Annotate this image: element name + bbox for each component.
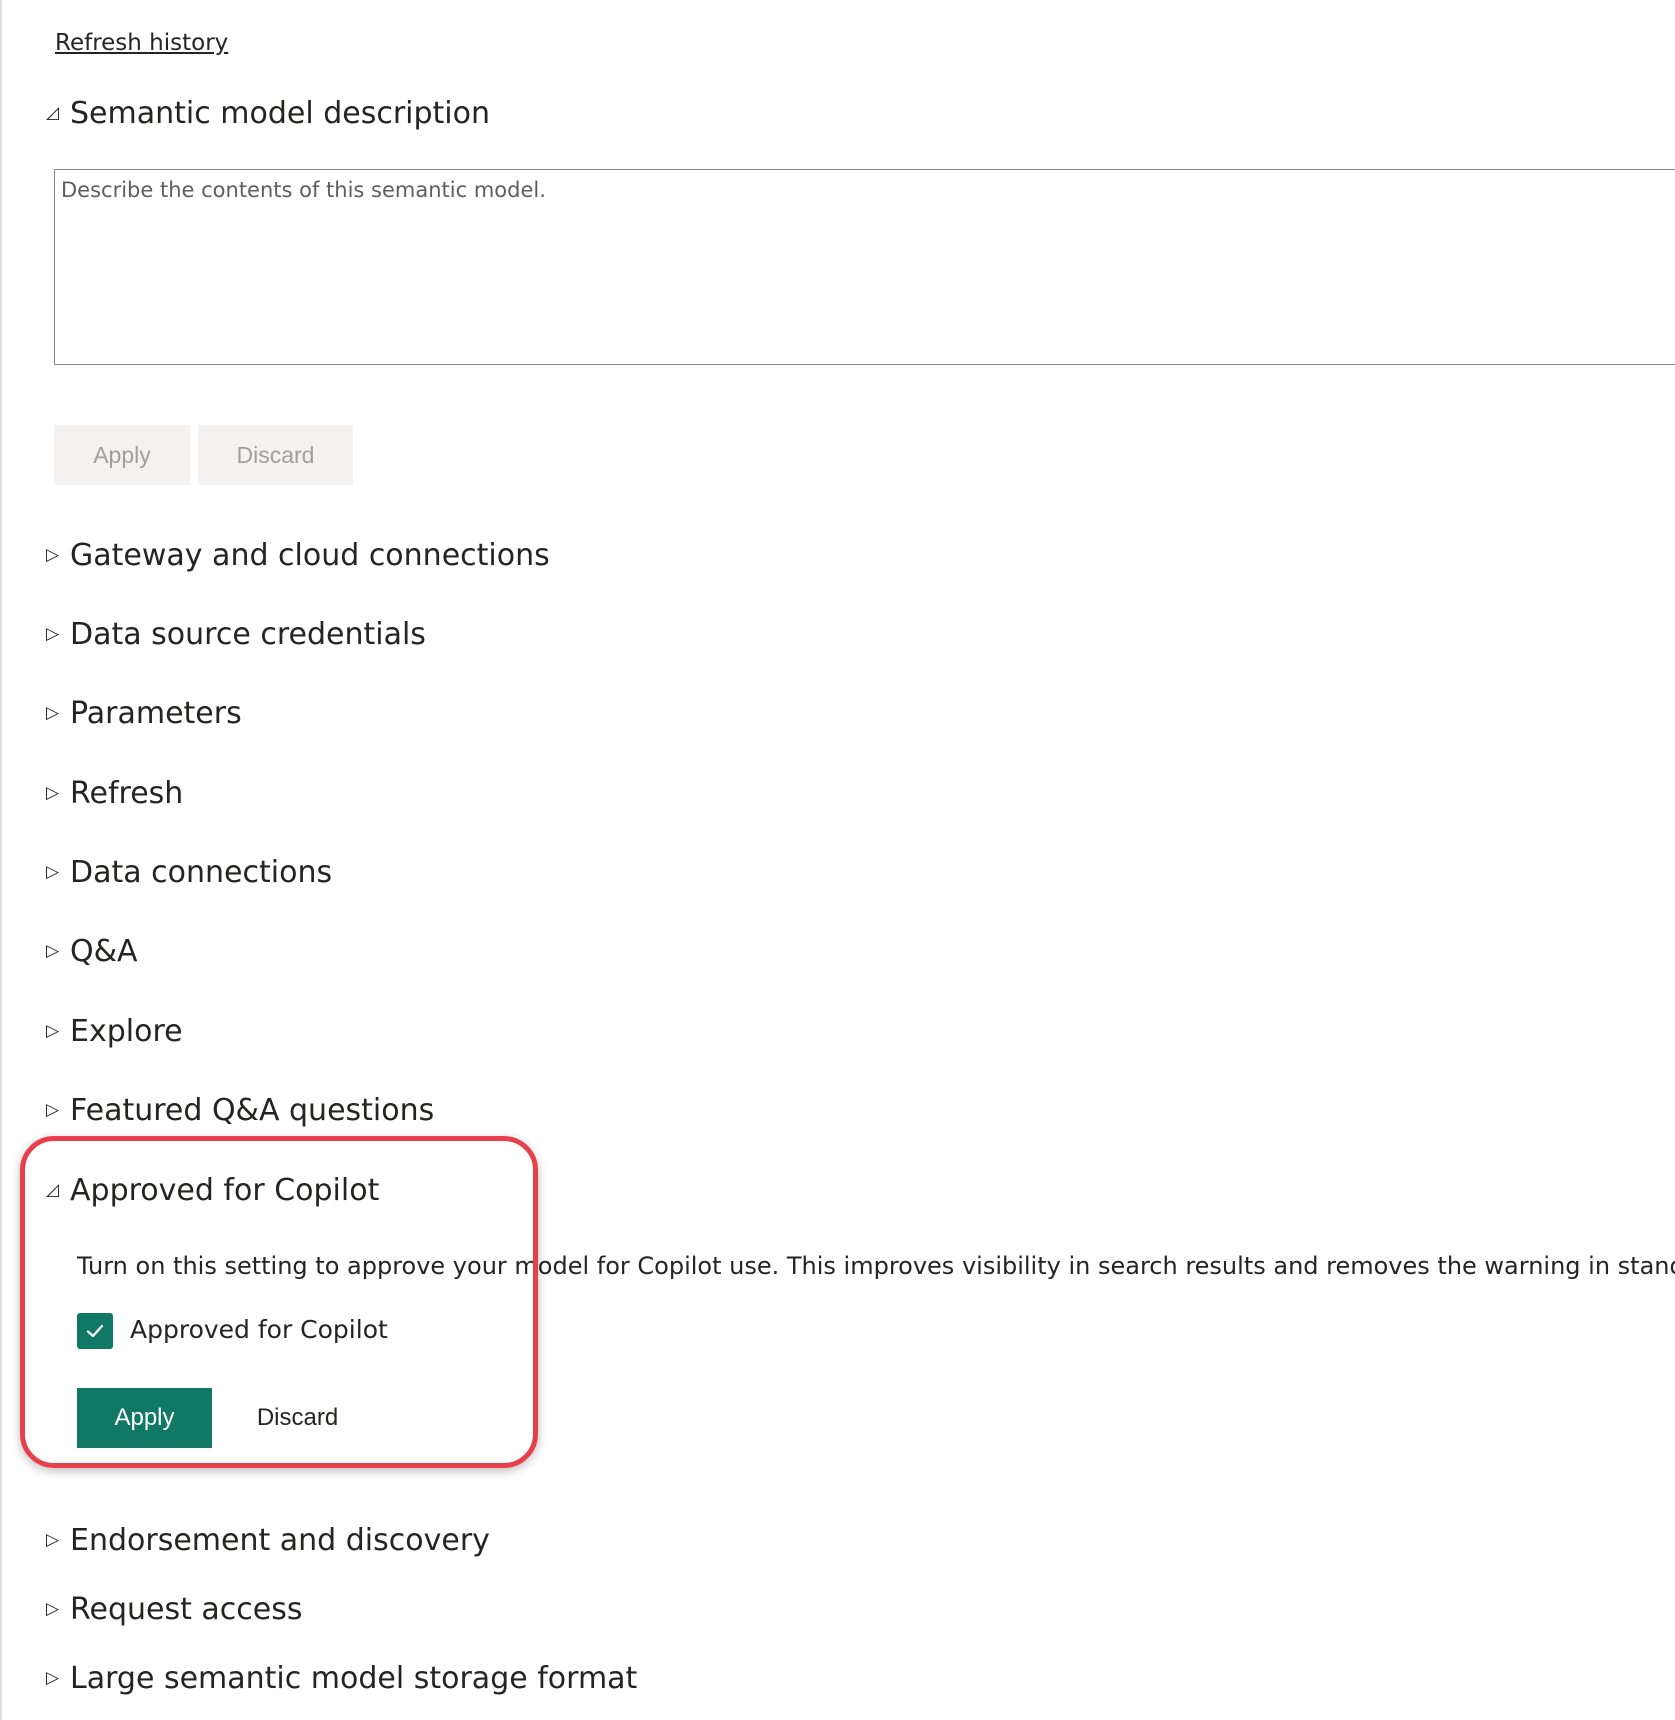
copilot-apply-button[interactable]: Apply <box>77 1388 212 1448</box>
checkmark-icon <box>86 1324 104 1338</box>
section-data-source-credentials[interactable]: ▷ Data source credentials <box>46 612 426 656</box>
expand-triangle-icon: ▷ <box>46 544 60 565</box>
section-title: Large semantic model storage format <box>70 1660 638 1696</box>
refresh-history-link[interactable]: Refresh history <box>55 30 228 56</box>
section-title: Endorsement and discovery <box>70 1522 490 1558</box>
section-large-model-storage-format[interactable]: ▷ Large semantic model storage format <box>46 1656 637 1700</box>
description-discard-button[interactable]: Discard <box>198 425 353 485</box>
expand-triangle-icon: ▷ <box>46 1529 60 1550</box>
description-textarea[interactable] <box>54 169 1675 365</box>
expand-triangle-icon: ▷ <box>46 623 60 644</box>
approved-for-copilot-label: Approved for Copilot <box>130 1315 388 1344</box>
section-refresh[interactable]: ▷ Refresh <box>46 771 183 815</box>
expand-triangle-icon: ▷ <box>46 782 60 803</box>
collapse-triangle-icon: ◿ <box>46 1179 60 1200</box>
section-endorsement-discovery[interactable]: ▷ Endorsement and discovery <box>46 1518 490 1562</box>
copilot-description: Turn on this setting to approve your mod… <box>77 1252 1675 1280</box>
section-title: Explore <box>70 1013 183 1049</box>
section-approved-for-copilot[interactable]: ◿ Approved for Copilot <box>46 1168 379 1212</box>
section-semantic-model-description[interactable]: ◿ Semantic model description <box>46 91 490 135</box>
left-divider <box>0 0 2 1720</box>
expand-triangle-icon: ▷ <box>46 1667 60 1688</box>
section-title: Refresh <box>70 775 184 811</box>
expand-triangle-icon: ▷ <box>46 861 60 882</box>
section-title: Gateway and cloud connections <box>70 537 550 573</box>
collapse-triangle-icon: ◿ <box>46 102 60 123</box>
section-title: Q&A <box>70 933 138 969</box>
section-data-connections[interactable]: ▷ Data connections <box>46 850 332 894</box>
approved-for-copilot-checkbox[interactable] <box>77 1313 113 1349</box>
section-featured-qa-questions[interactable]: ▷ Featured Q&A questions <box>46 1088 434 1132</box>
section-title: Parameters <box>70 695 242 731</box>
section-title: Featured Q&A questions <box>70 1092 435 1128</box>
section-gateway-cloud-connections[interactable]: ▷ Gateway and cloud connections <box>46 533 550 577</box>
section-request-access[interactable]: ▷ Request access <box>46 1587 303 1631</box>
section-title: Semantic model description <box>70 95 490 131</box>
copilot-discard-button[interactable]: Discard <box>240 1388 355 1448</box>
expand-triangle-icon: ▷ <box>46 1099 60 1120</box>
section-title: Data connections <box>70 854 333 890</box>
expand-triangle-icon: ▷ <box>46 940 60 961</box>
section-title: Approved for Copilot <box>70 1172 380 1208</box>
expand-triangle-icon: ▷ <box>46 702 60 723</box>
section-explore[interactable]: ▷ Explore <box>46 1009 183 1053</box>
section-title: Data source credentials <box>70 616 426 652</box>
description-apply-button[interactable]: Apply <box>54 425 190 485</box>
expand-triangle-icon: ▷ <box>46 1020 60 1041</box>
section-parameters[interactable]: ▷ Parameters <box>46 691 242 735</box>
expand-triangle-icon: ▷ <box>46 1598 60 1619</box>
section-qa[interactable]: ▷ Q&A <box>46 929 138 973</box>
section-title: Request access <box>70 1591 303 1627</box>
